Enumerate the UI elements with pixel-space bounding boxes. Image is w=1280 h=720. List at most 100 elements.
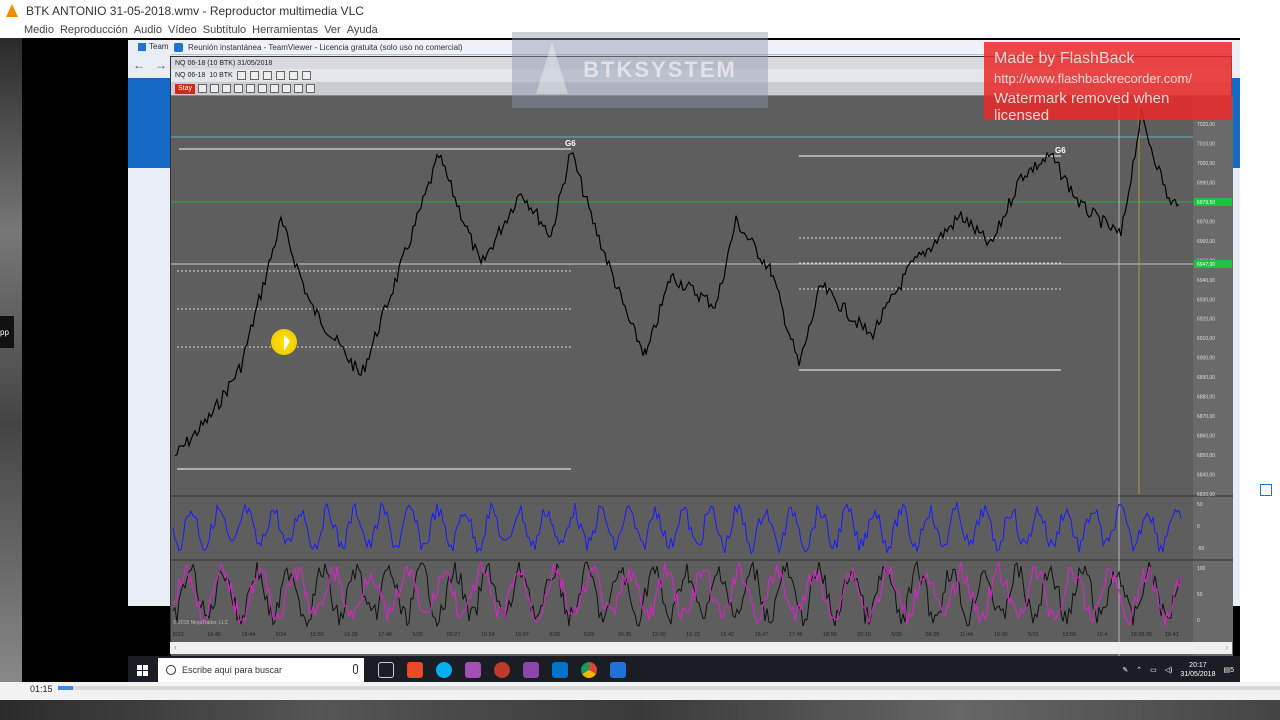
vlc-seek-bar[interactable] (58, 686, 1280, 690)
chrome-icon[interactable] (581, 662, 597, 678)
strategy-icon[interactable] (301, 71, 311, 80)
task-view-icon[interactable] (378, 662, 394, 678)
scroll-right-icon[interactable]: › (1225, 643, 1228, 652)
time-tick-label: 15:23 (686, 632, 700, 638)
vlc-menu-5[interactable]: Herramientas (252, 24, 318, 36)
price-chart[interactable]: 7020,007010,007000,006990,006980,006970,… (171, 96, 1233, 671)
indicators-icon[interactable] (288, 71, 298, 80)
app-s-icon[interactable] (407, 662, 423, 678)
vlc-seek-fill (58, 686, 73, 690)
onenote-icon[interactable] (465, 662, 481, 678)
copyright-label: © 2018 NinjaTrader, LLC (173, 619, 229, 626)
price-tick-label: 6870,00 (1197, 414, 1215, 420)
vlc-menu-1[interactable]: Reproducción (60, 24, 128, 36)
line-tool-icon[interactable] (198, 84, 208, 93)
time-tick-label: 16:38:35 (1131, 632, 1152, 638)
skype-icon[interactable] (436, 662, 452, 678)
osc1-tick-label: 0 (1197, 524, 1200, 530)
teamviewer-side-icon[interactable] (1260, 484, 1272, 496)
time-tick-label: 09:27 (447, 632, 461, 638)
teamviewer-window-title: Reunión instantánea - TeamViewer - Licen… (188, 42, 463, 52)
volume-icon[interactable]: ◁) (1165, 666, 1173, 674)
time-tick-label: 16:07 (515, 632, 529, 638)
stay-button[interactable]: Stay (175, 83, 196, 94)
pen-app-icon[interactable] (523, 662, 539, 678)
vlc-menu-3[interactable]: Vídeo (168, 24, 197, 36)
vlc-menu-4[interactable]: Subtítulo (203, 24, 246, 36)
price-tick-label: 6920,00 (1197, 317, 1215, 323)
time-tick-label: 17:46 (378, 632, 392, 638)
chart-tab-label: NQ 06-18 (10 BTK) 31/05/2018 (175, 59, 273, 67)
time-tick-label: 5/30 (891, 632, 902, 638)
system-tray: ✎ ⌃ ▭ ◁) 20:17 31/05/2018 ▤5 (1122, 661, 1240, 679)
zoom-icon[interactable] (262, 71, 272, 80)
clock-time: 20:17 (1189, 662, 1207, 669)
app-red-icon[interactable] (494, 662, 510, 678)
fib-tool-icon[interactable] (234, 84, 244, 93)
network-icon[interactable]: ▭ (1150, 666, 1157, 674)
time-tick-label: 12:00 (652, 632, 666, 638)
crosshair-icon[interactable] (249, 71, 259, 80)
notification-icon[interactable]: ▤5 (1223, 666, 1234, 674)
vlc-menu-0[interactable]: Medio (24, 24, 54, 36)
pencil-icon[interactable] (236, 71, 246, 80)
desktop-right-slice (1240, 38, 1280, 682)
pen-icon[interactable]: ✎ (1122, 666, 1128, 674)
cortana-icon (166, 665, 176, 675)
period-selector[interactable]: 10 BTK (209, 72, 232, 79)
horizontal-scrollbar[interactable]: ‹ › (170, 642, 1232, 654)
price-tick-label: 7010,00 (1197, 141, 1215, 147)
instrument-selector[interactable]: NQ 06-18 (175, 72, 205, 79)
ray-tool-icon[interactable] (210, 84, 220, 93)
text-tool-icon[interactable] (282, 84, 292, 93)
time-tick-label: 16:41 (1165, 632, 1179, 638)
clock-date: 31/05/2018 (1180, 671, 1216, 678)
g6-label: G6 (565, 139, 576, 148)
price-tick-label: 6890,00 (1197, 375, 1215, 381)
time-tick-label: 17:45 (789, 632, 803, 638)
clock[interactable]: 20:17 31/05/2018 (1180, 661, 1215, 679)
flashback-line-1: Made by FlashBack (994, 50, 1135, 67)
properties-icon[interactable] (275, 71, 285, 80)
outlook-icon[interactable] (552, 662, 568, 678)
scroll-left-icon[interactable]: ‹ (174, 643, 177, 652)
price-tick-label: 6840,00 (1197, 473, 1215, 479)
time-tick-label: 11:44 (960, 632, 973, 638)
time-tick-label: 20:15 (857, 632, 871, 638)
forward-arrow-icon[interactable]: → (155, 58, 167, 72)
price-tick-label: 6910,00 (1197, 336, 1215, 342)
vlc-menu-7[interactable]: Ayuda (347, 24, 378, 36)
windows-logo-icon (136, 664, 148, 676)
vlc-menu-2[interactable]: Audio (134, 24, 162, 36)
price-tag-label: 6947,00 (1197, 262, 1215, 268)
ellipse-tool-icon[interactable] (258, 84, 268, 93)
time-tick-label: 16:00 (994, 632, 1008, 638)
taskbar-search[interactable]: Escribe aquí para buscar (158, 658, 364, 682)
triangle-tool-icon[interactable] (270, 84, 280, 93)
start-button[interactable] (128, 656, 156, 684)
vlc-menu-6[interactable]: Ver (324, 24, 341, 36)
rect-tool-icon[interactable] (246, 84, 256, 93)
microphone-icon[interactable] (353, 664, 358, 674)
background-tab[interactable]: Team (138, 42, 169, 51)
vlc-window-title: BTK ANTONIO 31-05-2018.wmv - Reproductor… (26, 4, 364, 18)
erase-tool-icon[interactable] (306, 84, 316, 93)
teamviewer-icon (138, 42, 146, 51)
chevron-up-icon[interactable]: ⌃ (1136, 666, 1142, 674)
time-tick-label: 13:56 (1062, 632, 1076, 638)
time-tick-label: 15:50 (310, 632, 324, 638)
time-tick-label: 09:35 (618, 632, 632, 638)
time-tick-label: 15:24 (481, 632, 495, 638)
time-tick-label: 5/28 (549, 632, 560, 638)
btk-logo-icon (536, 42, 568, 94)
price-tick-label: 6860,00 (1197, 434, 1215, 440)
time-tick-label: 18:50 (823, 632, 837, 638)
teamviewer-taskbar-icon[interactable] (610, 662, 626, 678)
time-tick-label: 5/31 (1028, 632, 1039, 638)
g6-label: G6 (1055, 146, 1066, 155)
arrow-tool-icon[interactable] (222, 84, 232, 93)
back-arrow-icon[interactable]: ← (133, 58, 145, 72)
diamond-tool-icon[interactable] (294, 84, 304, 93)
flashback-watermark: Made by FlashBack http://www.flashbackre… (984, 42, 1232, 124)
search-placeholder: Escribe aquí para buscar (182, 665, 283, 675)
